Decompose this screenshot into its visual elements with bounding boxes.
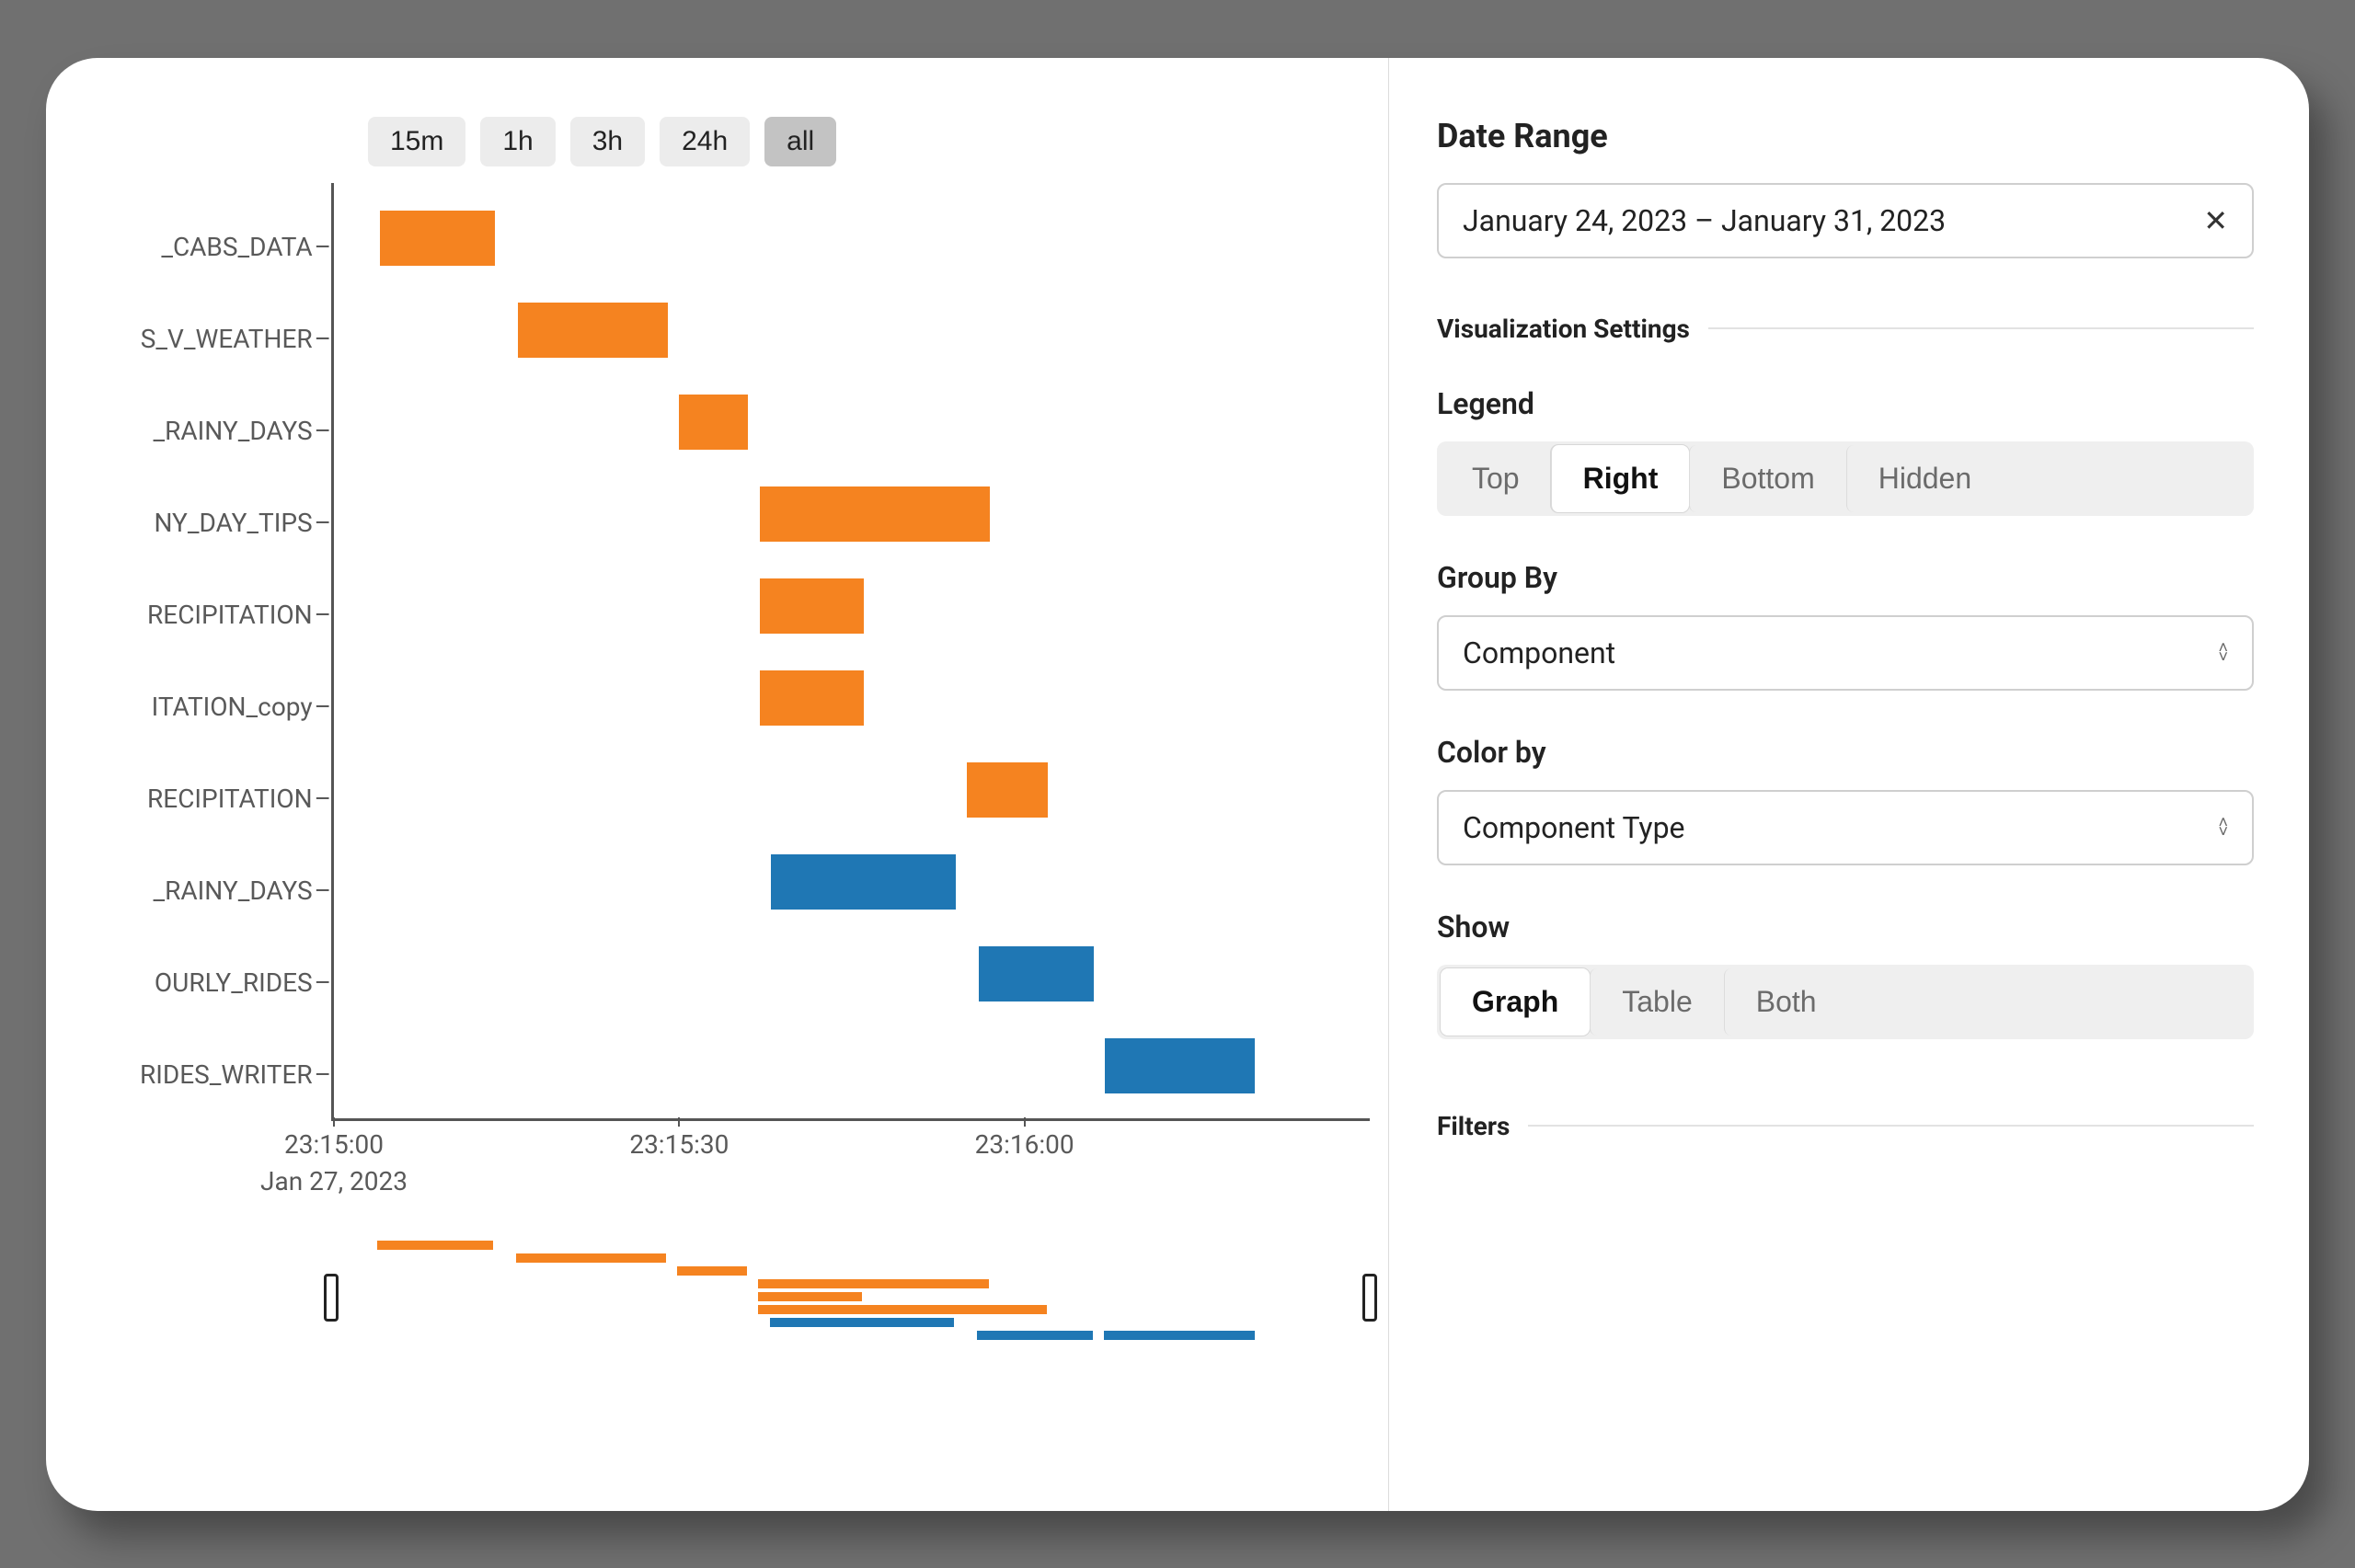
x-tick: [333, 1117, 335, 1127]
time-button-15m[interactable]: 15m: [368, 117, 465, 166]
show-option-table[interactable]: Table: [1590, 968, 1724, 1036]
gantt-bar[interactable]: [979, 946, 1094, 1001]
legend-option-top[interactable]: Top: [1441, 445, 1551, 512]
date-range-picker[interactable]: January 24, 2023 – January 31, 2023 ✕: [1437, 183, 2254, 258]
range-handle-right[interactable]: [1362, 1274, 1377, 1322]
overview-bar: [758, 1292, 862, 1301]
legend-option-hidden[interactable]: Hidden: [1846, 445, 2003, 512]
y-axis-label: _RAINY_DAYS –: [92, 385, 331, 477]
time-button-3h[interactable]: 3h: [570, 117, 645, 166]
show-option-both[interactable]: Both: [1724, 968, 1848, 1036]
legend-option-bottom[interactable]: Bottom: [1689, 445, 1845, 512]
overview-bar: [677, 1266, 746, 1276]
gantt-bar[interactable]: [679, 395, 748, 450]
x-axis-date: Jan 27, 2023: [260, 1166, 408, 1196]
gantt-bar[interactable]: [760, 578, 864, 634]
color-by-value: Component Type: [1463, 810, 1685, 845]
filters-label: Filters: [1437, 1111, 1510, 1141]
visualization-settings-divider: Visualization Settings: [1437, 314, 2254, 344]
overview-bar: [770, 1318, 955, 1327]
y-axis-label: _CABS_DATA –: [92, 201, 331, 293]
settings-panel: Date Range January 24, 2023 – January 31…: [1389, 58, 2309, 1511]
overview-bar: [758, 1279, 989, 1288]
overview-bar: [758, 1305, 1047, 1314]
overview-bar: [977, 1331, 1092, 1340]
y-axis-label: OURLY_RIDES –: [92, 937, 331, 1029]
group-by-select[interactable]: Component ˄˅: [1437, 615, 2254, 691]
overview-bar: [377, 1241, 492, 1250]
color-by-select[interactable]: Component Type ˄˅: [1437, 790, 2254, 865]
gantt-bar[interactable]: [967, 762, 1048, 818]
group-by-label: Group By: [1437, 560, 2254, 595]
gantt-bar[interactable]: [771, 854, 955, 910]
overview-strip[interactable]: [331, 1241, 1370, 1351]
y-axis-label: RECIPITATION –: [92, 569, 331, 661]
chevrons-icon: ˄˅: [2218, 819, 2228, 836]
time-range-buttons: 15m 1h 3h 24h all: [368, 117, 1370, 166]
show-label: Show: [1437, 910, 2254, 944]
gantt-bar[interactable]: [518, 303, 668, 358]
visualization-settings-label: Visualization Settings: [1437, 314, 1690, 344]
group-by-value: Component: [1463, 635, 1615, 670]
y-axis-label: NY_DAY_TIPS –: [92, 477, 331, 569]
filters-divider: Filters: [1437, 1111, 2254, 1141]
x-tick: [1024, 1117, 1026, 1127]
gantt-bar[interactable]: [380, 211, 495, 266]
x-tick-label: 23:16:00: [975, 1129, 1074, 1160]
y-axis-label: ITATION_copy –: [92, 661, 331, 753]
overview-bar: [1104, 1331, 1254, 1340]
y-axis-label: S_V_WEATHER –: [92, 293, 331, 385]
gantt-bar[interactable]: [760, 486, 990, 542]
gantt-chart: _CABS_DATA –S_V_WEATHER –_RAINY_DAYS –NY…: [92, 183, 1370, 1121]
gantt-bar[interactable]: [1105, 1038, 1255, 1093]
y-axis-labels: _CABS_DATA –S_V_WEATHER –_RAINY_DAYS –NY…: [92, 183, 331, 1121]
color-by-label: Color by: [1437, 735, 2254, 770]
plot-area[interactable]: 23:15:0023:15:3023:16:00Jan 27, 2023: [331, 183, 1370, 1121]
date-range-value: January 24, 2023 – January 31, 2023: [1463, 203, 1946, 238]
show-option-graph[interactable]: Graph: [1441, 968, 1590, 1036]
range-handle-left[interactable]: [324, 1274, 339, 1322]
time-button-24h[interactable]: 24h: [660, 117, 750, 166]
legend-option-right[interactable]: Right: [1551, 445, 1690, 512]
chart-panel: 15m1h3h24hall _CABS_DATA –S_V_WEATHER –_…: [46, 58, 1389, 1511]
show-segmented-control: GraphTableBoth: [1437, 965, 2254, 1039]
x-tick-label: 23:15:00: [284, 1129, 384, 1160]
overview-bar: [516, 1253, 666, 1263]
app-card: 15m1h3h24hall _CABS_DATA –S_V_WEATHER –_…: [46, 58, 2309, 1511]
x-tick: [678, 1117, 680, 1127]
chevrons-icon: ˄˅: [2218, 645, 2228, 661]
y-axis-label: _RAINY_DAYS –: [92, 845, 331, 937]
date-range-heading: Date Range: [1437, 117, 2254, 155]
close-icon[interactable]: ✕: [2203, 203, 2228, 238]
legend-segmented-control: TopRightBottomHidden: [1437, 441, 2254, 516]
y-axis-label: RIDES_WRITER –: [92, 1029, 331, 1121]
time-button-all[interactable]: all: [764, 117, 836, 166]
time-button-1h[interactable]: 1h: [480, 117, 555, 166]
x-tick-label: 23:15:30: [629, 1129, 729, 1160]
legend-label: Legend: [1437, 386, 2254, 421]
gantt-bar[interactable]: [760, 670, 864, 726]
y-axis-label: RECIPITATION –: [92, 753, 331, 845]
